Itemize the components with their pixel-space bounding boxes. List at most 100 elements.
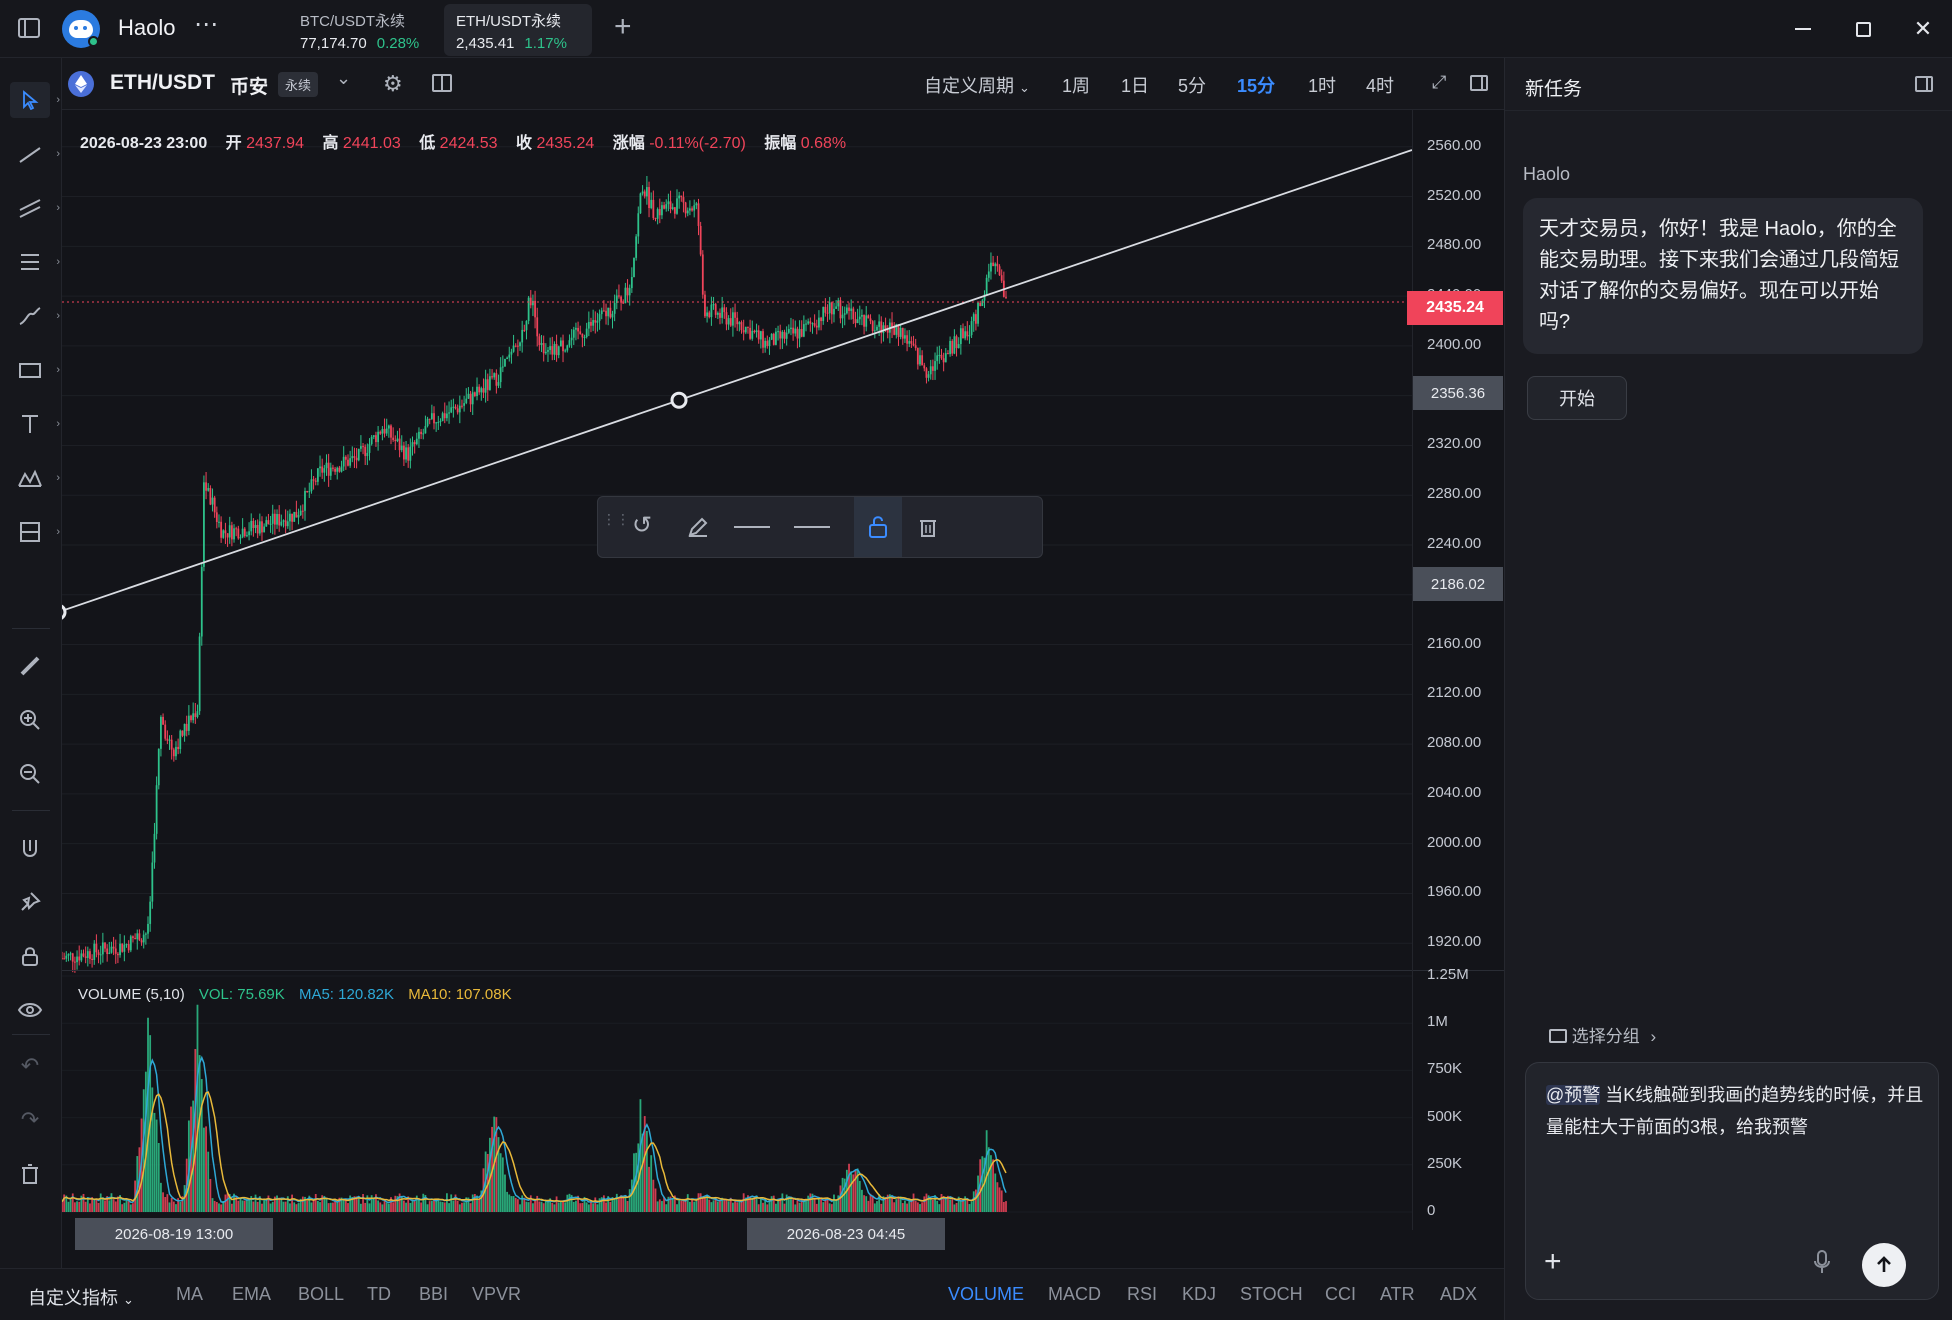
zoom-out-tool[interactable] — [10, 756, 50, 792]
fib-tool[interactable]: › — [10, 244, 60, 280]
indicator-macd[interactable]: MACD — [1048, 1284, 1101, 1305]
indicator-vpvr[interactable]: VPVR — [472, 1284, 521, 1305]
redo-tool[interactable]: ↷ — [10, 1102, 50, 1138]
line-style-button[interactable] — [734, 526, 770, 528]
unlock-button[interactable] — [854, 497, 902, 557]
drag-handle-icon[interactable]: ⋮⋮ — [602, 512, 630, 539]
price-axis-label: 2040.00 — [1427, 783, 1482, 801]
split-view-icon[interactable] — [432, 74, 452, 92]
volume-bar — [265, 1198, 268, 1212]
chart-area[interactable]: 2560.002520.002480.002440.002400.002360.… — [62, 110, 1504, 1268]
volume-bar — [966, 1200, 969, 1212]
indicator-atr[interactable]: ATR — [1380, 1284, 1415, 1305]
custom-indicator-dropdown[interactable]: 自定义指标 ⌄ — [28, 1284, 134, 1310]
timeframe-5m[interactable]: 5分 — [1178, 72, 1206, 98]
candle-body — [878, 321, 881, 327]
volume-bar — [125, 1198, 128, 1212]
delete-all-tool[interactable] — [10, 1156, 50, 1192]
pattern-tool[interactable]: › — [10, 460, 60, 496]
candle-body — [968, 335, 971, 337]
timeframe-1w[interactable]: 1周 — [1062, 72, 1090, 98]
timeframe-1d[interactable]: 1日 — [1121, 72, 1149, 98]
collapse-panel-icon[interactable] — [1915, 76, 1933, 92]
send-button[interactable] — [1862, 1243, 1906, 1287]
candle-body — [344, 456, 347, 460]
reset-icon[interactable]: ↺ — [632, 511, 652, 540]
maximize-icon[interactable] — [1846, 12, 1880, 46]
microphone-icon[interactable] — [1812, 1249, 1832, 1280]
indicator-boll[interactable]: BOLL — [298, 1284, 344, 1305]
add-tab-icon[interactable]: + — [614, 12, 632, 42]
magnet-tool[interactable] — [10, 830, 50, 866]
volume-bar — [385, 1202, 388, 1212]
keep-drawing-tool[interactable] — [10, 884, 50, 920]
indicator-kdj[interactable]: KDJ — [1182, 1284, 1216, 1305]
candle-body — [974, 314, 977, 324]
indicator-volume[interactable]: VOLUME — [948, 1284, 1024, 1305]
attach-icon[interactable]: + — [1544, 1247, 1562, 1277]
volume-bar — [297, 1203, 300, 1212]
brush-tool[interactable]: › — [10, 298, 60, 334]
chat-input-box[interactable]: @预警 当K线触碰到我画的趋势线的时候，并且量能柱大于前面的3根，给我预警 + — [1525, 1062, 1939, 1300]
undo-tool[interactable]: ↶ — [10, 1048, 50, 1084]
zoom-in-tool[interactable] — [10, 702, 50, 738]
timeframe-15m[interactable]: 15分 — [1237, 72, 1275, 98]
rectangle-icon — [19, 363, 41, 378]
trendline-tool[interactable]: › — [10, 136, 60, 172]
tab-eth[interactable]: ETH/USDT永续 2,435.41 1.17% — [444, 4, 592, 56]
shape-tool[interactable]: › — [10, 352, 60, 388]
candle-body — [587, 321, 590, 329]
chat-input-text[interactable]: @预警 当K线触碰到我画的趋势线的时候，并且量能柱大于前面的3根，给我预警 — [1546, 1079, 1926, 1143]
delete-drawing-icon[interactable] — [918, 516, 938, 543]
candle-body — [218, 521, 220, 523]
chevron-down-icon[interactable]: ⌄ — [336, 68, 351, 89]
candle-body — [523, 329, 526, 331]
candle-body — [347, 459, 349, 466]
timeframe-4h[interactable]: 4时 — [1366, 72, 1394, 98]
visibility-tool[interactable] — [10, 992, 50, 1028]
indicator-stoch[interactable]: STOCH — [1240, 1284, 1303, 1305]
measure-tool[interactable]: › — [10, 514, 60, 550]
ruler-tool[interactable] — [10, 648, 50, 684]
lock-drawings-tool[interactable] — [10, 938, 50, 974]
candle-body — [766, 340, 769, 347]
volume-pane-divider[interactable] — [62, 970, 1504, 971]
gear-icon[interactable]: ⚙ — [383, 71, 403, 97]
start-button[interactable]: 开始 — [1527, 376, 1627, 420]
panel-toggle-icon[interactable] — [1470, 75, 1488, 91]
indicator-ema[interactable]: EMA — [232, 1284, 271, 1305]
candle-body — [101, 942, 104, 955]
indicator-bbi[interactable]: BBI — [419, 1284, 448, 1305]
candle-body — [286, 521, 289, 527]
minimize-icon[interactable] — [1786, 12, 1820, 46]
cursor-tool[interactable]: › — [10, 82, 60, 118]
candle-body — [729, 318, 732, 326]
app-menu-button[interactable]: ⋯ — [194, 10, 218, 39]
price-axis-label: 2480.00 — [1427, 236, 1482, 254]
chart-canvas[interactable] — [62, 110, 1504, 1268]
timeframe-1h[interactable]: 1时 — [1308, 72, 1336, 98]
tab-btc[interactable]: BTC/USDT永续 77,174.70 0.28% — [288, 4, 436, 56]
indicator-cci[interactable]: CCI — [1325, 1284, 1356, 1305]
indicator-rsi[interactable]: RSI — [1127, 1284, 1157, 1305]
indicator-adx[interactable]: ADX — [1440, 1284, 1477, 1305]
fullscreen-icon[interactable]: ⤢ — [1432, 72, 1446, 93]
candle-body — [762, 331, 764, 348]
candle-body — [121, 943, 124, 952]
pencil-icon[interactable] — [686, 515, 710, 544]
indicator-td[interactable]: TD — [367, 1284, 391, 1305]
volume-bar — [172, 1201, 175, 1212]
custom-period-dropdown[interactable]: 自定义周期 ⌄ — [924, 72, 1030, 98]
channel-tool[interactable]: › — [10, 190, 60, 226]
text-tool[interactable]: › — [10, 406, 60, 442]
candle-body — [590, 321, 592, 326]
group-selector[interactable]: 选择分组 › — [1549, 1022, 1656, 1047]
sidebar-toggle-icon[interactable] — [18, 18, 40, 38]
symbol-pair[interactable]: ETH/USDT — [110, 71, 215, 95]
price-axis[interactable]: 2560.002520.002480.002440.002400.002360.… — [1412, 110, 1504, 970]
line-width-button[interactable] — [794, 526, 830, 528]
candle-body — [510, 351, 513, 355]
indicator-ma[interactable]: MA — [176, 1284, 203, 1305]
volume-bar — [809, 1193, 812, 1212]
close-icon[interactable]: ✕ — [1906, 12, 1940, 46]
